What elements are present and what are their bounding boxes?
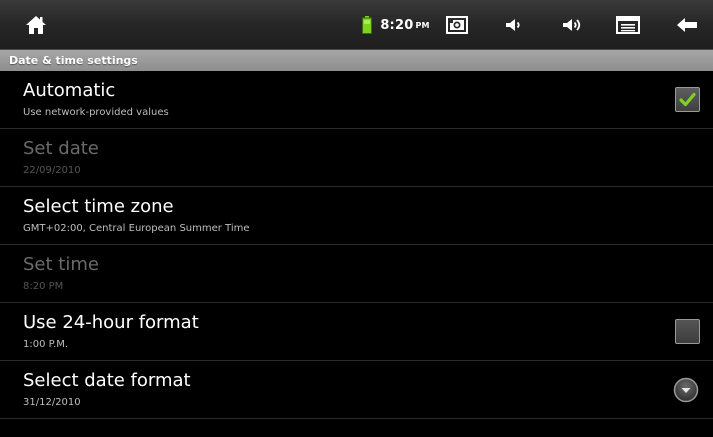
page-title: Date & time settings	[0, 50, 713, 71]
screenshot-icon[interactable]	[444, 0, 470, 50]
setting-label: Select date format	[23, 370, 191, 391]
battery-icon	[360, 0, 374, 50]
clock-time: 8:20	[380, 17, 414, 33]
check-mark-icon	[679, 92, 696, 107]
setting-label: Set date	[23, 138, 99, 159]
volume-up-icon[interactable]	[560, 0, 586, 50]
setting-date-format[interactable]: Select date format 31/12/2010	[0, 361, 713, 419]
settings-list: Automatic Use network-provided values Se…	[0, 71, 713, 419]
setting-24-hour-format[interactable]: Use 24-hour format 1:00 P.M.	[0, 303, 713, 361]
dropdown-arrow-icon[interactable]	[673, 377, 699, 403]
setting-summary: 22/09/2010	[23, 165, 81, 176]
setting-label: Automatic	[23, 80, 116, 101]
setting-time-zone[interactable]: Select time zone GMT+02:00, Central Euro…	[0, 187, 713, 245]
setting-set-date: Set date 22/09/2010	[0, 129, 713, 187]
setting-summary: GMT+02:00, Central European Summer Time	[23, 223, 250, 234]
clock-ampm: PM	[415, 20, 430, 30]
automatic-checkbox[interactable]	[675, 87, 700, 112]
24-hour-checkbox[interactable]	[675, 319, 700, 344]
status-clock: 8:20 PM	[380, 0, 430, 50]
setting-summary: Use network-provided values	[23, 107, 169, 118]
setting-set-time: Set time 8:20 PM	[0, 245, 713, 303]
setting-label: Set time	[23, 254, 99, 275]
volume-down-icon[interactable]	[503, 0, 525, 50]
status-bar: 8:20 PM	[0, 0, 713, 50]
setting-summary: 31/12/2010	[23, 397, 81, 408]
back-icon[interactable]	[675, 0, 699, 50]
setting-summary: 1:00 P.M.	[23, 339, 69, 350]
setting-automatic[interactable]: Automatic Use network-provided values	[0, 71, 713, 129]
setting-summary: 8:20 PM	[23, 281, 64, 292]
setting-label: Use 24-hour format	[23, 312, 199, 333]
menu-icon[interactable]	[614, 0, 642, 50]
home-icon[interactable]	[22, 0, 50, 50]
setting-label: Select time zone	[23, 196, 174, 217]
